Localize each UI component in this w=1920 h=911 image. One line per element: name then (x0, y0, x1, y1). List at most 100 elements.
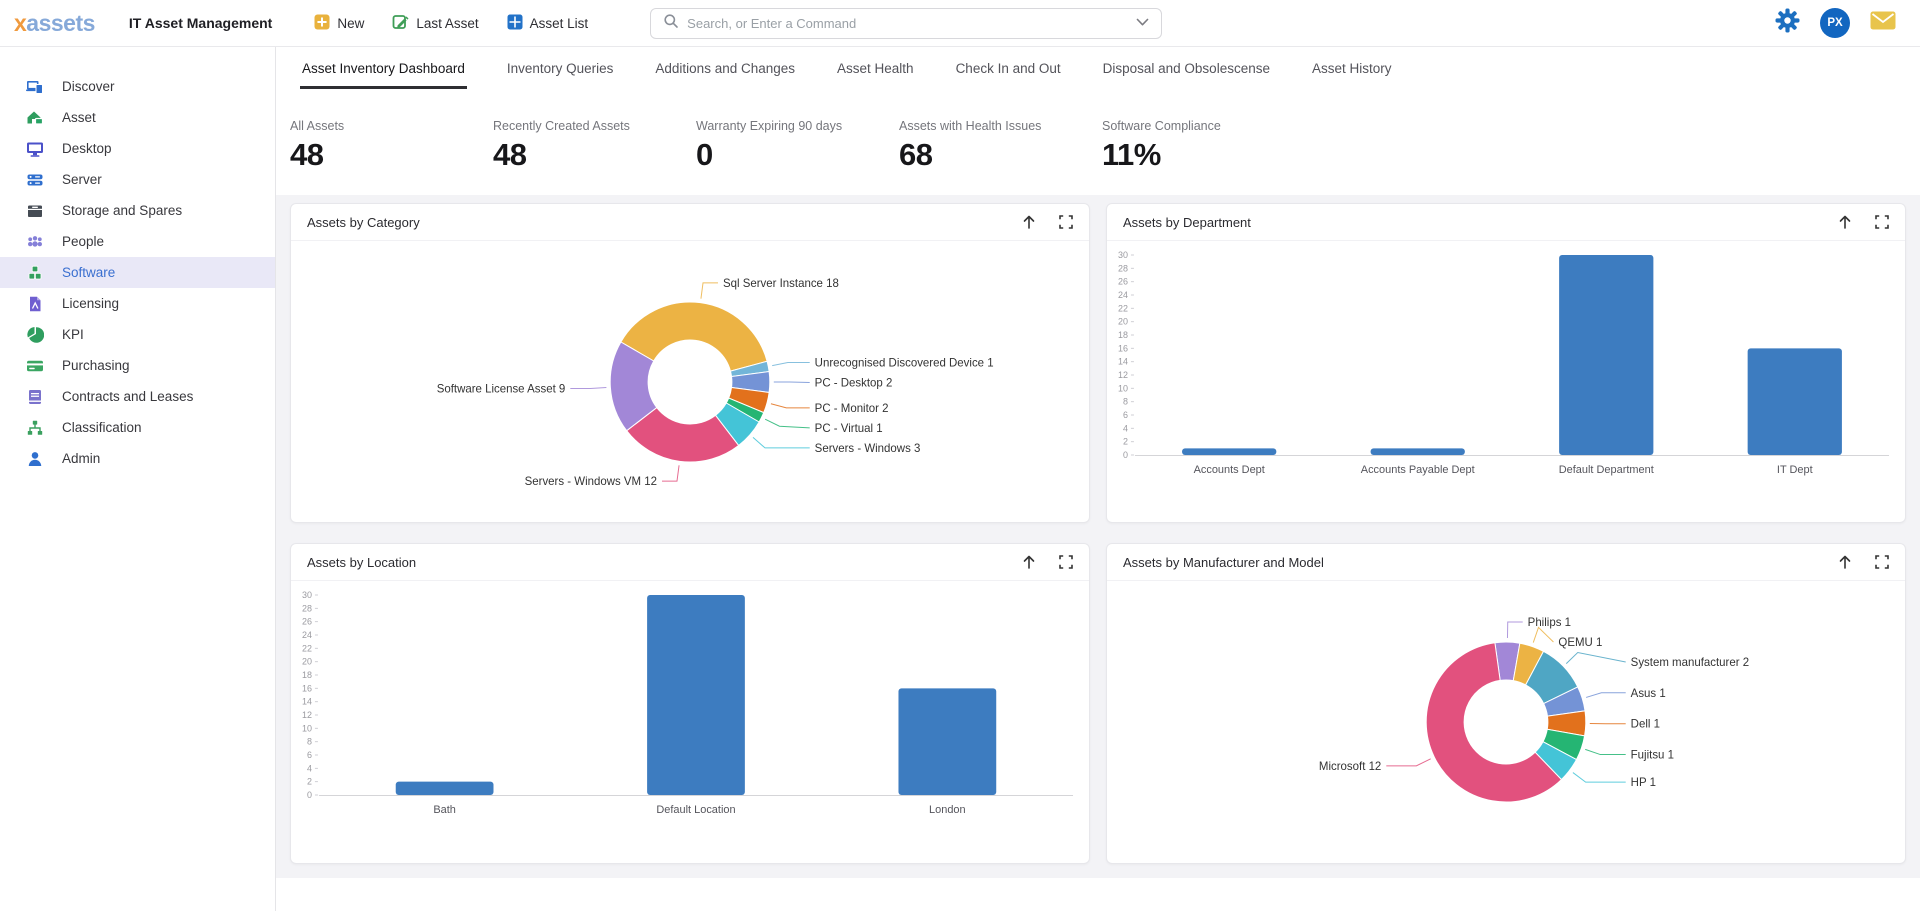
new-button[interactable]: New (314, 14, 364, 33)
sidebar-item-label: Desktop (62, 141, 112, 156)
sidebar-item-asset[interactable]: Asset (0, 102, 275, 133)
edit-icon (392, 13, 409, 33)
donut-label-connector (1585, 749, 1625, 754)
up-arrow-icon[interactable] (1021, 554, 1037, 570)
sidebar-item-desktop[interactable]: Desktop (0, 133, 275, 164)
expand-icon[interactable] (1875, 215, 1889, 229)
bar[interactable] (898, 688, 996, 795)
user-avatar[interactable]: PX (1820, 8, 1850, 38)
contracts-icon (25, 388, 45, 406)
app-header: xassets IT Asset Management New Last Ass… (0, 0, 1920, 47)
sidebar-item-label: Admin (62, 451, 100, 466)
donut-label-connector (1566, 653, 1625, 664)
donut-label: Asus 1 (1631, 688, 1666, 700)
y-axis-tick-label: 28 (1118, 263, 1128, 273)
y-axis-tick-label: 8 (307, 737, 312, 747)
sidebar-item-software[interactable]: Software (0, 257, 275, 288)
people-icon (25, 233, 45, 251)
donut-label: Microsoft 12 (1319, 761, 1381, 773)
asset-icon (25, 109, 45, 127)
tab-asset-inventory-dashboard[interactable]: Asset Inventory Dashboard (300, 54, 467, 89)
up-arrow-icon[interactable] (1837, 214, 1853, 230)
tab-additions-and-changes[interactable]: Additions and Changes (653, 54, 797, 89)
donut-label-connector (662, 465, 679, 481)
bar[interactable] (1371, 448, 1465, 455)
sidebar-item-discover[interactable]: Discover (0, 71, 275, 102)
donut-label: Sql Server Instance 18 (723, 278, 839, 290)
y-axis-tick-label: 12 (302, 710, 312, 720)
kpi-stats-row: All Assets 48 Recently Created Assets 48… (276, 119, 1920, 173)
bar-chart-assets-by-department: 024681012141618202224262830Accounts Dept… (1107, 241, 1905, 523)
stat-recently-created-assets: Recently Created Assets 48 (493, 119, 696, 173)
tab-disposal-and-obsolescense[interactable]: Disposal and Obsolescense (1101, 54, 1272, 89)
sidebar-item-people[interactable]: People (0, 226, 275, 257)
card-tools (1837, 554, 1889, 570)
bar[interactable] (396, 782, 494, 795)
sidebar-item-classification[interactable]: Classification (0, 412, 275, 443)
tab-check-in-and-out[interactable]: Check In and Out (954, 54, 1063, 89)
card-assets-by-category: Assets by Category Sql Server Instance 1… (290, 203, 1090, 523)
sidebar-item-purchasing[interactable]: Purchasing (0, 350, 275, 381)
y-axis-tick-label: 0 (307, 790, 312, 800)
settings-gear-icon[interactable] (1775, 8, 1800, 38)
bar[interactable] (1559, 255, 1653, 455)
sidebar-item-label: Classification (62, 420, 142, 435)
card-tools (1021, 554, 1073, 570)
up-arrow-icon[interactable] (1837, 554, 1853, 570)
sidebar-item-label: Contracts and Leases (62, 389, 193, 404)
y-axis-tick-label: 16 (302, 683, 312, 693)
stat-label: Software Compliance (1102, 119, 1305, 133)
expand-icon[interactable] (1059, 555, 1073, 569)
sidebar-item-licensing[interactable]: Licensing (0, 288, 275, 319)
y-axis-tick-label: 8 (1123, 397, 1128, 407)
software-icon (25, 264, 45, 282)
sidebar-item-contracts-and-leases[interactable]: Contracts and Leases (0, 381, 275, 412)
donut-label: QEMU 1 (1558, 637, 1602, 649)
tab-asset-history[interactable]: Asset History (1310, 54, 1394, 89)
card-assets-by-location: Assets by Location 024681012141618202224… (290, 543, 1090, 864)
bar[interactable] (647, 595, 745, 795)
y-axis-tick-label: 14 (302, 697, 312, 707)
search-input[interactable] (687, 16, 1136, 31)
header-right: PX (1775, 8, 1896, 38)
y-axis-tick-label: 24 (302, 630, 312, 640)
x-axis-category-label: IT Dept (1777, 464, 1813, 476)
mail-envelope-icon[interactable] (1870, 11, 1896, 35)
donut-chart-assets-by-manufacturer: Philips 1QEMU 1System manufacturer 2Asus… (1107, 581, 1905, 864)
stat-value: 48 (290, 137, 493, 173)
card-header: Assets by Department (1107, 204, 1905, 241)
last-asset-button[interactable]: Last Asset (392, 13, 478, 33)
bar[interactable] (1182, 448, 1276, 455)
stat-all-assets: All Assets 48 (290, 119, 493, 173)
donut-label-connector (1586, 693, 1626, 698)
donut-label: Servers - Windows 3 (815, 443, 921, 455)
card-title: Assets by Manufacturer and Model (1123, 555, 1324, 570)
table-icon (507, 14, 523, 33)
expand-icon[interactable] (1059, 215, 1073, 229)
donut-label-connector (1386, 759, 1430, 766)
stat-value: 48 (493, 137, 696, 173)
y-axis-tick-label: 22 (302, 643, 312, 653)
y-axis-tick-label: 4 (1123, 423, 1128, 433)
x-axis-category-label: London (929, 804, 966, 816)
sidebar-item-server[interactable]: Server (0, 164, 275, 195)
sidebar-item-kpi[interactable]: KPI (0, 319, 275, 350)
sidebar-item-admin[interactable]: Admin (0, 443, 275, 474)
chevron-down-icon[interactable] (1136, 14, 1149, 32)
card-tools (1021, 214, 1073, 230)
up-arrow-icon[interactable] (1021, 214, 1037, 230)
sidebar-item-storage-and-spares[interactable]: Storage and Spares (0, 195, 275, 226)
header-actions: New Last Asset Asset List (314, 13, 588, 33)
storage-icon (25, 202, 45, 220)
card-title: Assets by Department (1123, 215, 1251, 230)
bar[interactable] (1748, 348, 1842, 455)
tab-asset-health[interactable]: Asset Health (835, 54, 916, 89)
donut-label: Dell 1 (1631, 719, 1660, 731)
y-axis-tick-label: 20 (302, 657, 312, 667)
expand-icon[interactable] (1875, 555, 1889, 569)
xassets-logo[interactable]: xassets (14, 10, 95, 37)
stat-value: 0 (696, 137, 899, 173)
tab-inventory-queries[interactable]: Inventory Queries (505, 54, 616, 89)
asset-list-button[interactable]: Asset List (507, 14, 589, 33)
plus-icon (314, 14, 330, 33)
